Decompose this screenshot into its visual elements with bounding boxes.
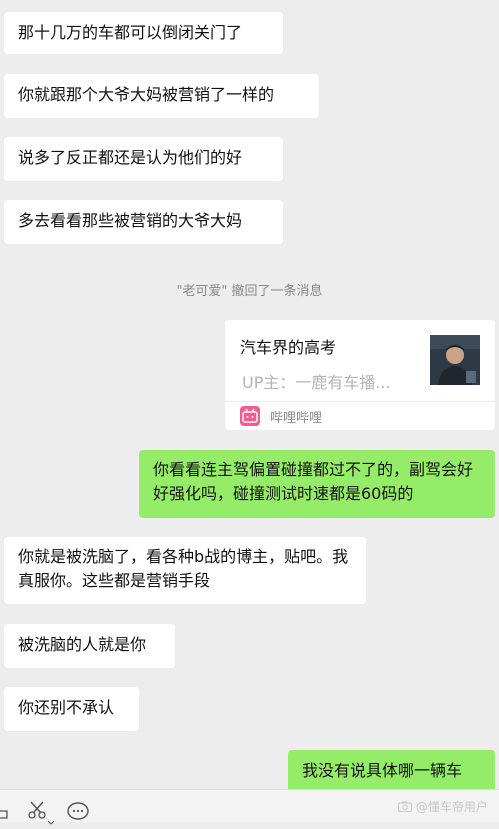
card-subtitle: UP主：一鹿有车播... [242,373,391,392]
scissors-icon[interactable] [27,801,47,823]
message-bubble-incoming[interactable]: 那十几万的车都可以倒闭关门了 [4,12,283,54]
shared-video-card[interactable]: 汽车界的高考 UP主：一鹿有车播... 哔哩哔哩 [225,320,495,430]
message-bubble-incoming[interactable]: 你就跟那个大爷大妈被营销了一样的 [4,74,319,118]
card-source: 哔哩哔哩 [270,411,323,426]
message-bubble-incoming[interactable]: 说多了反正都还是认为他们的好 [4,137,283,181]
video-thumbnail [430,335,480,385]
message-bubble-incoming[interactable]: 你就是被洗脑了，看各种b战的博主，贴吧。我真服你。这些都是营销手段 [4,537,366,604]
bilibili-logo-icon [240,406,260,426]
watermark-text: @懂车帝用户 [415,800,488,814]
message-bubble-incoming[interactable]: 你还别不承认 [4,687,139,731]
card-title: 汽车界的高考 [240,338,337,357]
chevron-down-icon[interactable] [47,810,55,829]
chat-bubble-icon[interactable] [67,801,89,825]
recall-notice: "老可爱" 撤回了一条消息 [176,284,323,299]
message-bubble-outgoing[interactable]: 我没有说具体哪一辆车 [288,750,495,792]
message-bubble-incoming[interactable]: 被洗脑的人就是你 [4,624,175,668]
folder-icon[interactable] [0,804,8,823]
card-divider [225,401,495,402]
camera-icon [398,800,416,814]
watermark: @懂车帝用户 [398,798,488,815]
message-bubble-outgoing[interactable]: 你看看连主驾偏置碰撞都过不了的，副驾会好好强化吗，碰撞测试时速都是60码的 [139,450,495,518]
message-bubble-incoming[interactable]: 多去看看那些被营销的大爷大妈 [4,200,283,244]
